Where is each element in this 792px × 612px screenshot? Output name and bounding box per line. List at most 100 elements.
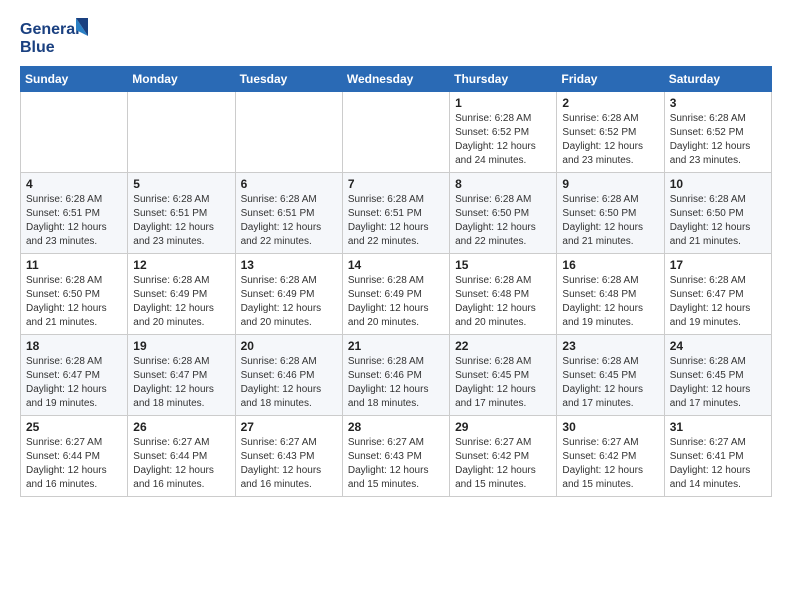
day-number: 16 (562, 258, 658, 272)
day-cell-14: 14Sunrise: 6:28 AMSunset: 6:49 PMDayligh… (342, 254, 449, 335)
day-info: Sunrise: 6:27 AMSunset: 6:43 PMDaylight:… (348, 436, 444, 492)
day-cell-25: 25Sunrise: 6:27 AMSunset: 6:44 PMDayligh… (21, 416, 128, 497)
day-info: Sunrise: 6:28 AMSunset: 6:52 PMDaylight:… (670, 112, 766, 168)
day-number: 23 (562, 339, 658, 353)
week-row-3: 11 Sunrise: 6:28 AMSunset: 6:50 PMDayligh… (21, 254, 772, 335)
empty-cell (342, 92, 449, 173)
day-number: 4 (26, 177, 122, 191)
day-cell-2: 2 Sunrise: 6:28 AMSunset: 6:52 PMDaylight… (557, 92, 664, 173)
week-row-5: 25 Sunrise: 6:27 AMSunset: 6:44 PMDayligh… (21, 416, 772, 497)
day-number: 31 (670, 420, 766, 434)
day-cell-23: 23 Sunrise: 6:28 AMSunset: 6:45 PMDayligh… (557, 335, 664, 416)
day-number: 5 (133, 177, 229, 191)
day-number: 13 (241, 258, 337, 272)
day-number: 9 (562, 177, 658, 191)
day-number: 17 (670, 258, 766, 272)
day-cell-20: 20 Sunrise: 6:28 AMSunset: 6:46 PMDayligh… (235, 335, 342, 416)
logo: GeneralBlue (20, 16, 90, 58)
day-cell-6: 6 Sunrise: 6:28 AMSunset: 6:51 PMDaylight… (235, 173, 342, 254)
day-info: Sunrise: 6:28 AMSunset: 6:45 PMDaylight:… (562, 355, 658, 411)
day-info: Sunrise: 6:28 AMSunset: 6:50 PMDaylight:… (562, 193, 658, 249)
day-cell-22: 22Sunrise: 6:28 AMSunset: 6:45 PMDayligh… (450, 335, 557, 416)
day-number: 11 (26, 258, 122, 272)
day-cell-18: 18 Sunrise: 6:28 AMSunset: 6:47 PMDayligh… (21, 335, 128, 416)
empty-cell (235, 92, 342, 173)
day-info: Sunrise: 6:28 AMSunset: 6:52 PMDaylight:… (562, 112, 658, 168)
week-row-4: 18 Sunrise: 6:28 AMSunset: 6:47 PMDayligh… (21, 335, 772, 416)
day-number: 6 (241, 177, 337, 191)
header: GeneralBlue (20, 16, 772, 58)
day-number: 22 (455, 339, 551, 353)
empty-cell (128, 92, 235, 173)
day-cell-15: 15 Sunrise: 6:28 AMSunset: 6:48 PMDayligh… (450, 254, 557, 335)
day-cell-13: 13 Sunrise: 6:28 AMSunset: 6:49 PMDayligh… (235, 254, 342, 335)
day-cell-8: 8Sunrise: 6:28 AMSunset: 6:50 PMDaylight… (450, 173, 557, 254)
day-number: 3 (670, 96, 766, 110)
day-cell-1: 1Sunrise: 6:28 AMSunset: 6:52 PMDaylight… (450, 92, 557, 173)
day-cell-3: 3 Sunrise: 6:28 AMSunset: 6:52 PMDaylight… (664, 92, 771, 173)
day-info: Sunrise: 6:28 AMSunset: 6:46 PMDaylight:… (241, 355, 337, 411)
day-number: 21 (348, 339, 444, 353)
day-info: Sunrise: 6:28 AMSunset: 6:47 PMDaylight:… (670, 274, 766, 330)
day-number: 24 (670, 339, 766, 353)
day-cell-26: 26 Sunrise: 6:27 AMSunset: 6:44 PMDayligh… (128, 416, 235, 497)
day-cell-30: 30Sunrise: 6:27 AMSunset: 6:42 PMDayligh… (557, 416, 664, 497)
day-cell-5: 5Sunrise: 6:28 AMSunset: 6:51 PMDaylight… (128, 173, 235, 254)
day-cell-9: 9 Sunrise: 6:28 AMSunset: 6:50 PMDaylight… (557, 173, 664, 254)
day-number: 25 (26, 420, 122, 434)
day-cell-21: 21 Sunrise: 6:28 AMSunset: 6:46 PMDayligh… (342, 335, 449, 416)
day-number: 20 (241, 339, 337, 353)
svg-text:Blue: Blue (20, 39, 55, 56)
day-number: 10 (670, 177, 766, 191)
day-info: Sunrise: 6:28 AMSunset: 6:47 PMDaylight:… (26, 355, 122, 411)
weekday-header-friday: Friday (557, 67, 664, 92)
day-info: Sunrise: 6:27 AMSunset: 6:44 PMDaylight:… (133, 436, 229, 492)
week-row-1: 1 Sunrise: 6:28 AMSunset: 6:52 PMDaylight… (21, 92, 772, 173)
day-number: 15 (455, 258, 551, 272)
day-cell-19: 19Sunrise: 6:28 AMSunset: 6:47 PMDayligh… (128, 335, 235, 416)
week-row-2: 4 Sunrise: 6:28 AMSunset: 6:51 PMDaylight… (21, 173, 772, 254)
day-number: 1 (455, 96, 551, 110)
day-cell-29: 29 Sunrise: 6:27 AMSunset: 6:42 PMDayligh… (450, 416, 557, 497)
day-info: Sunrise: 6:28 AMSunset: 6:48 PMDaylight:… (562, 274, 658, 330)
weekday-header-monday: Monday (128, 67, 235, 92)
day-info: Sunrise: 6:28 AMSunset: 6:45 PMDaylight:… (670, 355, 766, 411)
day-number: 12 (133, 258, 229, 272)
day-info: Sunrise: 6:27 AMSunset: 6:41 PMDaylight:… (670, 436, 766, 492)
weekday-header-sunday: Sunday (21, 67, 128, 92)
day-number: 27 (241, 420, 337, 434)
day-cell-31: 31 Sunrise: 6:27 AMSunset: 6:41 PMDayligh… (664, 416, 771, 497)
day-number: 18 (26, 339, 122, 353)
weekday-header-thursday: Thursday (450, 67, 557, 92)
weekday-header-saturday: Saturday (664, 67, 771, 92)
day-cell-4: 4 Sunrise: 6:28 AMSunset: 6:51 PMDaylight… (21, 173, 128, 254)
svg-text:General: General (20, 21, 80, 38)
day-cell-10: 10 Sunrise: 6:28 AMSunset: 6:50 PMDayligh… (664, 173, 771, 254)
day-info: Sunrise: 6:28 AMSunset: 6:48 PMDaylight:… (455, 274, 551, 330)
logo-svg: GeneralBlue (20, 16, 90, 58)
day-info: Sunrise: 6:28 AMSunset: 6:50 PMDaylight:… (670, 193, 766, 249)
day-info: Sunrise: 6:28 AMSunset: 6:50 PMDaylight:… (455, 193, 551, 249)
day-number: 26 (133, 420, 229, 434)
day-number: 30 (562, 420, 658, 434)
day-info: Sunrise: 6:28 AMSunset: 6:47 PMDaylight:… (133, 355, 229, 411)
day-number: 2 (562, 96, 658, 110)
day-number: 7 (348, 177, 444, 191)
calendar: SundayMondayTuesdayWednesdayThursdayFrid… (20, 66, 772, 497)
day-cell-27: 27 Sunrise: 6:27 AMSunset: 6:43 PMDayligh… (235, 416, 342, 497)
day-info: Sunrise: 6:28 AMSunset: 6:51 PMDaylight:… (241, 193, 337, 249)
empty-cell (21, 92, 128, 173)
day-info: Sunrise: 6:28 AMSunset: 6:50 PMDaylight:… (26, 274, 122, 330)
day-info: Sunrise: 6:27 AMSunset: 6:43 PMDaylight:… (241, 436, 337, 492)
day-info: Sunrise: 6:28 AMSunset: 6:49 PMDaylight:… (241, 274, 337, 330)
day-info: Sunrise: 6:28 AMSunset: 6:51 PMDaylight:… (26, 193, 122, 249)
day-cell-24: 24 Sunrise: 6:28 AMSunset: 6:45 PMDayligh… (664, 335, 771, 416)
day-cell-16: 16 Sunrise: 6:28 AMSunset: 6:48 PMDayligh… (557, 254, 664, 335)
day-number: 14 (348, 258, 444, 272)
weekday-header-tuesday: Tuesday (235, 67, 342, 92)
day-number: 29 (455, 420, 551, 434)
day-info: Sunrise: 6:27 AMSunset: 6:42 PMDaylight:… (455, 436, 551, 492)
day-info: Sunrise: 6:28 AMSunset: 6:46 PMDaylight:… (348, 355, 444, 411)
day-info: Sunrise: 6:28 AMSunset: 6:49 PMDaylight:… (133, 274, 229, 330)
day-cell-11: 11 Sunrise: 6:28 AMSunset: 6:50 PMDayligh… (21, 254, 128, 335)
